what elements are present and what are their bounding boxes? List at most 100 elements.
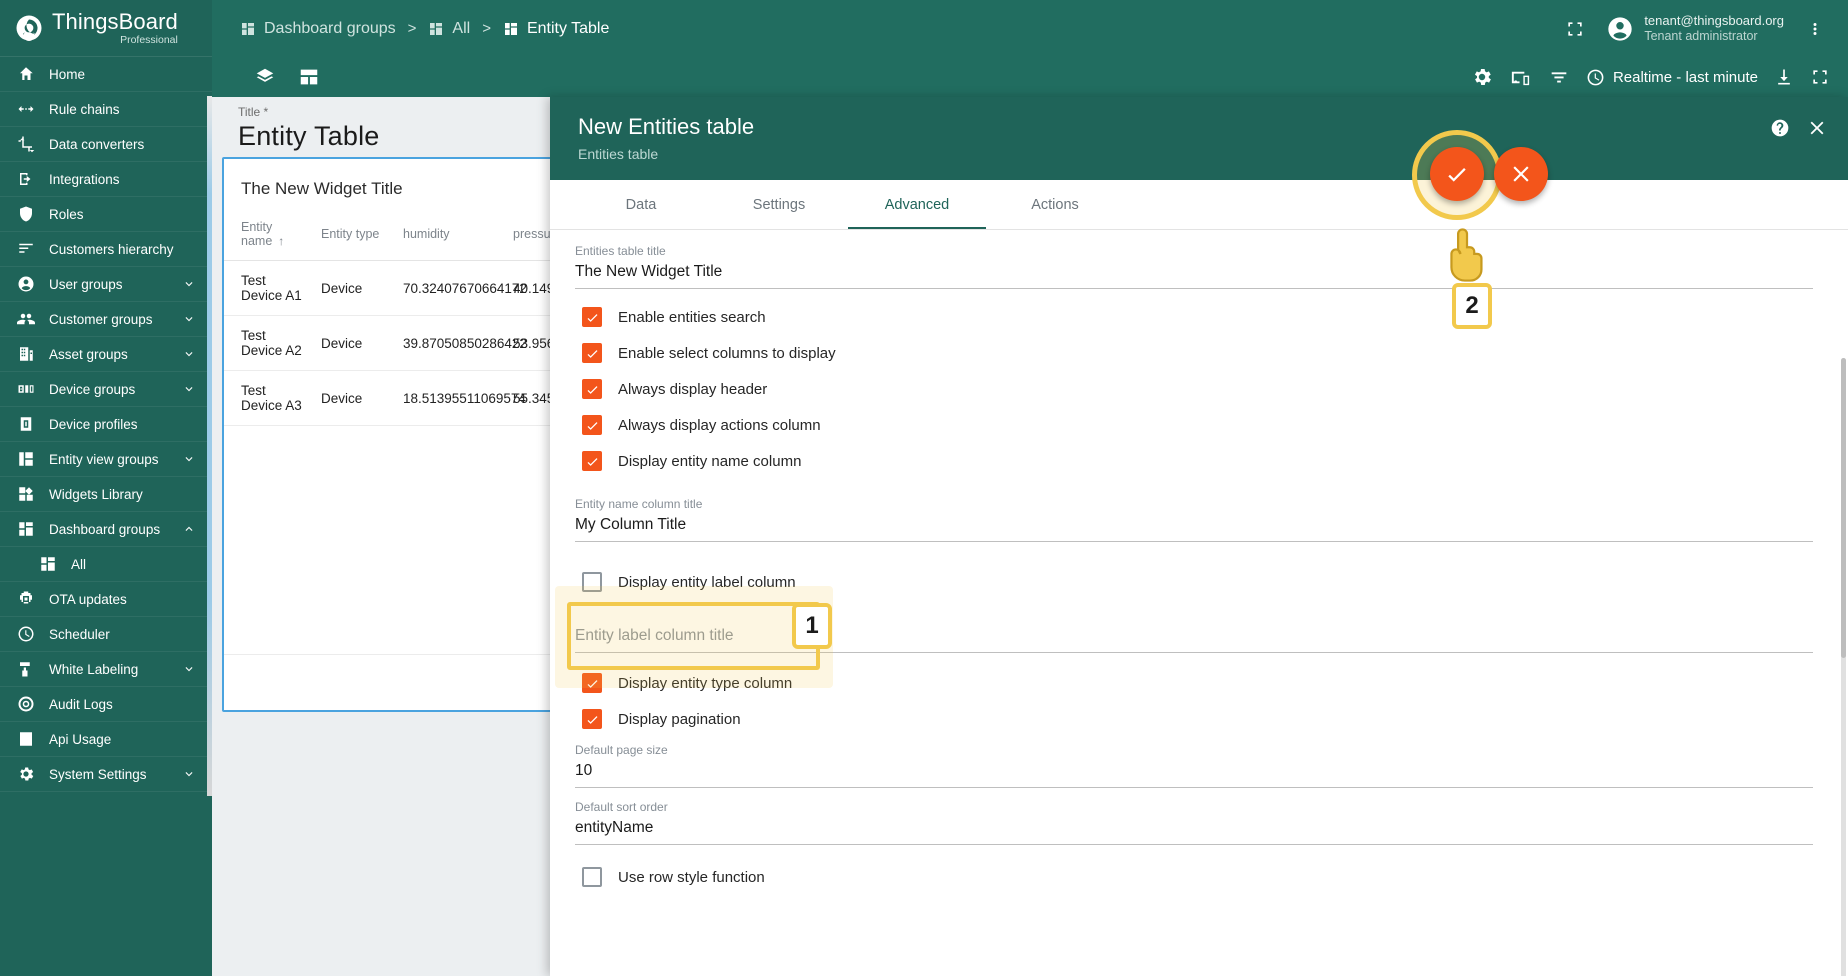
- close-icon[interactable]: [1806, 117, 1828, 144]
- checkbox-display-entity-label-column[interactable]: Display entity label column: [582, 564, 1848, 600]
- sidebar-item-label: Home: [49, 66, 86, 82]
- checkbox-icon[interactable]: [582, 451, 602, 471]
- tab-data[interactable]: Data: [572, 180, 710, 229]
- field-entities-table-title[interactable]: Entities table title The New Widget Titl…: [575, 230, 1813, 289]
- sidebar-item-system-settings[interactable]: System Settings: [0, 757, 212, 792]
- sidebar-item-scheduler[interactable]: Scheduler: [0, 617, 212, 652]
- brand-header[interactable]: ThingsBoard Professional: [0, 0, 212, 57]
- sidebar-item-device-profiles[interactable]: Device profiles: [0, 407, 212, 442]
- chevron-up-icon[interactable]: [182, 522, 196, 536]
- sidebar-item-dashboard-groups[interactable]: Dashboard groups: [0, 512, 212, 547]
- breadcrumb-separator: >: [482, 20, 491, 37]
- filter-icon[interactable]: [1548, 66, 1570, 88]
- checkbox-always-display-actions-column[interactable]: Always display actions column: [582, 407, 1848, 443]
- sidebar-item-ota-updates[interactable]: OTA updates: [0, 582, 212, 617]
- scrollbar-thumb[interactable]: [1841, 358, 1846, 658]
- sidebar-item-device-groups[interactable]: Device groups: [0, 372, 212, 407]
- breadcrumb-item-entity-table[interactable]: Entity Table: [503, 20, 609, 38]
- help-icon[interactable]: [1770, 118, 1790, 143]
- sidebar-item-customer-groups[interactable]: Customer groups: [0, 302, 212, 337]
- user-menu[interactable]: tenant@thingsboard.org Tenant administra…: [1606, 13, 1784, 45]
- gear-icon[interactable]: [1471, 66, 1493, 88]
- sidebar-item-label: Data converters: [49, 136, 145, 152]
- entities-table-title-input[interactable]: The New Widget Title: [575, 258, 1813, 289]
- dashboard-layout-icon[interactable]: [298, 66, 320, 88]
- tab-advanced[interactable]: Advanced: [848, 180, 986, 229]
- sidebar-item-label: Dashboard groups: [49, 521, 161, 537]
- fullscreen-icon[interactable]: [1558, 12, 1592, 46]
- download-icon[interactable]: [1774, 67, 1794, 87]
- checkbox-display-pagination[interactable]: Display pagination: [582, 701, 1848, 737]
- tab-actions[interactable]: Actions: [986, 180, 1124, 229]
- checkbox-icon[interactable]: [582, 415, 602, 435]
- sidebar-item-white-labeling[interactable]: White Labeling: [0, 652, 212, 687]
- dashboard-toolbar-right: Realtime - last minute: [1471, 66, 1830, 89]
- chevron-down-icon[interactable]: [182, 277, 196, 291]
- column-header-entity-type[interactable]: Entity type: [304, 212, 386, 261]
- chevron-down-icon[interactable]: [182, 662, 196, 676]
- checkbox-display-entity-name-column[interactable]: Display entity name column: [582, 443, 1848, 479]
- field-label: Default page size: [575, 743, 668, 757]
- sidebar-item-label: User groups: [49, 276, 123, 292]
- breadcrumb-item-dashboard-groups[interactable]: Dashboard groups: [240, 20, 396, 38]
- checkbox-icon[interactable]: [582, 867, 602, 887]
- devices-icon[interactable]: [1509, 66, 1532, 89]
- field-default-page-size[interactable]: Default page size 10: [575, 737, 1813, 788]
- layers-icon[interactable]: [254, 66, 276, 88]
- checkbox-enable-select-columns[interactable]: Enable select columns to display: [582, 335, 1848, 371]
- breadcrumb-item-all[interactable]: All: [428, 20, 470, 38]
- sidebar-item-asset-groups[interactable]: Asset groups: [0, 337, 212, 372]
- sidebar-item-all[interactable]: All: [0, 547, 212, 582]
- sidebar-item-label: OTA updates: [49, 591, 127, 607]
- check-icon: [1448, 168, 1466, 182]
- checkbox-icon[interactable]: [582, 343, 602, 363]
- chevron-down-icon[interactable]: [182, 312, 196, 326]
- brand-edition: Professional: [120, 33, 178, 46]
- sidebar-item-audit-logs[interactable]: Audit Logs: [0, 687, 212, 722]
- checkbox-icon[interactable]: [582, 709, 602, 729]
- default-sort-order-input[interactable]: entityName: [575, 814, 1813, 845]
- tab-settings[interactable]: Settings: [710, 180, 848, 229]
- checkbox-label: Enable entities search: [618, 308, 766, 326]
- timewindow-button[interactable]: Realtime - last minute: [1586, 68, 1758, 87]
- field-entity-label-column-title[interactable]: Entity label column title: [575, 600, 1813, 653]
- apply-button[interactable]: [1430, 147, 1484, 201]
- sidebar-item-data-converters[interactable]: Data converters: [0, 127, 212, 162]
- fullscreen-icon[interactable]: [1810, 67, 1830, 87]
- checkbox-use-row-style-function[interactable]: Use row style function: [582, 859, 1848, 895]
- field-entity-name-column-title[interactable]: Entity name column title My Column Title: [575, 483, 1813, 542]
- entity-label-column-title-input[interactable]: Entity label column title: [575, 622, 1813, 653]
- thingsboard-logo-icon: [14, 13, 44, 43]
- sidebar-item-user-groups[interactable]: User groups: [0, 267, 212, 302]
- checkbox-always-display-header[interactable]: Always display header: [582, 371, 1848, 407]
- checkbox-enable-entities-search[interactable]: Enable entities search: [582, 299, 1848, 335]
- cancel-button[interactable]: [1494, 147, 1548, 201]
- panel-scrollbar[interactable]: [1841, 358, 1846, 976]
- checkbox-icon[interactable]: [582, 307, 602, 327]
- column-header-entity-name[interactable]: Entity name ↑: [224, 212, 304, 261]
- sidebar-item-widgets-library[interactable]: Widgets Library: [0, 477, 212, 512]
- checkbox-icon[interactable]: [582, 673, 602, 693]
- chevron-down-icon[interactable]: [182, 347, 196, 361]
- sidebar-item-label: Asset groups: [49, 346, 128, 362]
- ota-icon: [16, 590, 35, 609]
- chevron-down-icon[interactable]: [182, 452, 196, 466]
- sidebar-item-label: Entity view groups: [49, 451, 159, 467]
- checkbox-display-entity-type-column[interactable]: Display entity type column: [582, 665, 1848, 701]
- entity-name-column-title-input[interactable]: My Column Title: [575, 511, 1813, 542]
- checkbox-icon[interactable]: [582, 379, 602, 399]
- sidebar-item-entity-view-groups[interactable]: Entity view groups: [0, 442, 212, 477]
- sidebar-item-integrations[interactable]: Integrations: [0, 162, 212, 197]
- chevron-down-icon[interactable]: [182, 382, 196, 396]
- chevron-down-icon[interactable]: [182, 767, 196, 781]
- checkbox-icon[interactable]: [582, 572, 602, 592]
- more-vert-icon[interactable]: [1798, 12, 1832, 46]
- sidebar-item-roles[interactable]: Roles: [0, 197, 212, 232]
- default-page-size-input[interactable]: 10: [575, 757, 1813, 788]
- field-default-sort-order[interactable]: Default sort order entityName: [575, 788, 1813, 845]
- sidebar-item-rule-chains[interactable]: Rule chains: [0, 92, 212, 127]
- column-header-humidity[interactable]: humidity: [386, 212, 496, 261]
- sidebar-item-customers-hierarchy[interactable]: Customers hierarchy: [0, 232, 212, 267]
- sidebar-item-home[interactable]: Home: [0, 57, 212, 92]
- sidebar-item-api-usage[interactable]: Api Usage: [0, 722, 212, 757]
